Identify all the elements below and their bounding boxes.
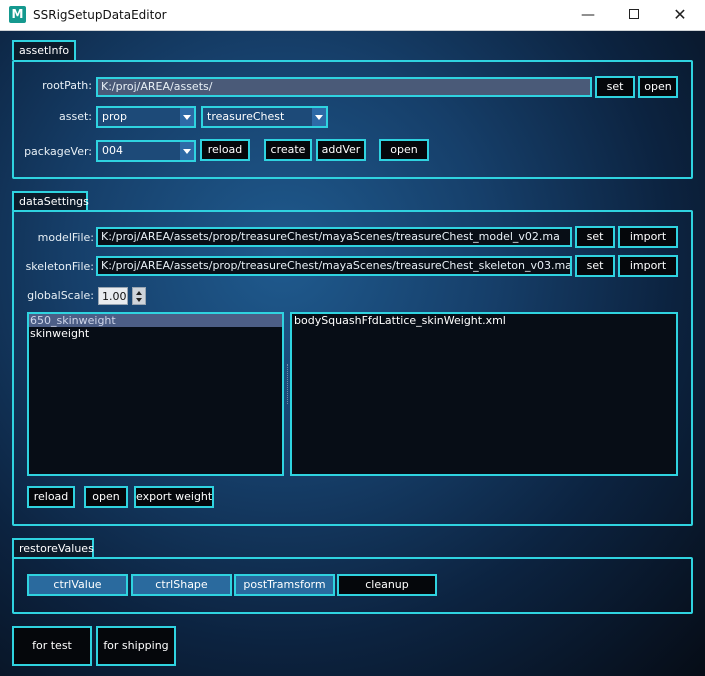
maya-app-icon: M bbox=[9, 6, 26, 23]
addVer-button[interactable]: addVer bbox=[316, 139, 366, 161]
window-title: SSRigSetupDataEditor bbox=[33, 8, 167, 22]
globalScale-stepper[interactable] bbox=[132, 287, 146, 305]
rootPath-open-button[interactable]: open bbox=[638, 76, 678, 98]
chevron-down-icon bbox=[180, 108, 194, 126]
maximize-icon bbox=[629, 8, 639, 19]
reload-package-button[interactable]: reload bbox=[200, 139, 250, 161]
dataSettings-tab: dataSettings bbox=[12, 191, 89, 211]
export-weight-button[interactable]: export weight bbox=[134, 486, 214, 508]
rootPath-set-button[interactable]: set bbox=[595, 76, 635, 98]
skinweight-file-list[interactable]: bodySquashFfdLattice_skinWeight.xml bbox=[290, 312, 678, 476]
rootPath-label: rootPath: bbox=[42, 79, 92, 92]
skinweight-folder-list[interactable]: 650_skinweight skinweight bbox=[27, 312, 284, 476]
modelFile-label: modelFile: bbox=[37, 231, 94, 244]
list-item[interactable]: 650_skinweight bbox=[29, 314, 282, 327]
ctrlShape-button[interactable]: ctrlShape bbox=[131, 574, 232, 596]
list-item[interactable]: bodySquashFfdLattice_skinWeight.xml bbox=[292, 314, 676, 327]
packageVer-dropdown[interactable]: 004 bbox=[96, 140, 196, 162]
arrow-down-icon bbox=[136, 298, 142, 302]
globalScale-input[interactable]: 1.00 bbox=[98, 287, 128, 305]
for-test-button[interactable]: for test bbox=[12, 626, 92, 666]
open-weights-button[interactable]: open bbox=[84, 486, 128, 508]
skeletonFile-field[interactable]: K:/proj/AREA/assets/prop/treasureChest/m… bbox=[96, 256, 572, 276]
splitter-handle[interactable] bbox=[287, 364, 289, 404]
assetInfo-tab: assetInfo bbox=[12, 40, 77, 60]
postTramsform-button[interactable]: postTramsform bbox=[234, 574, 335, 596]
main-content: assetInfo rootPath: K:/proj/AREA/assets/… bbox=[0, 31, 705, 676]
ctrlValue-button[interactable]: ctrlValue bbox=[27, 574, 128, 596]
globalScale-label: globalScale: bbox=[27, 289, 94, 302]
create-button[interactable]: create bbox=[264, 139, 312, 161]
rootPath-field[interactable]: K:/proj/AREA/assets/ bbox=[96, 77, 592, 97]
cleanup-button[interactable]: cleanup bbox=[337, 574, 437, 596]
maximize-button[interactable] bbox=[611, 0, 657, 31]
chevron-down-icon bbox=[312, 108, 326, 126]
asset-label: asset: bbox=[59, 110, 92, 123]
asset-type-dropdown[interactable]: prop bbox=[96, 106, 196, 128]
for-shipping-button[interactable]: for shipping bbox=[96, 626, 176, 666]
skeletonFile-label: skeletonFile: bbox=[25, 260, 94, 273]
modelFile-set-button[interactable]: set bbox=[575, 226, 615, 248]
modelFile-import-button[interactable]: import bbox=[618, 226, 678, 248]
open-package-button[interactable]: open bbox=[379, 139, 429, 161]
asset-name-value: treasureChest bbox=[207, 110, 285, 123]
minimize-button[interactable]: — bbox=[565, 0, 611, 31]
restoreValues-tab: restoreValues bbox=[12, 538, 94, 558]
chevron-down-icon bbox=[180, 142, 194, 160]
list-item[interactable]: skinweight bbox=[29, 327, 282, 340]
skeletonFile-import-button[interactable]: import bbox=[618, 255, 678, 277]
arrow-up-icon bbox=[136, 291, 142, 295]
reload-weights-button[interactable]: reload bbox=[27, 486, 75, 508]
close-button[interactable]: ✕ bbox=[657, 0, 703, 31]
modelFile-field[interactable]: K:/proj/AREA/assets/prop/treasureChest/m… bbox=[96, 227, 572, 247]
title-bar: M SSRigSetupDataEditor — ✕ bbox=[0, 0, 705, 31]
skeletonFile-set-button[interactable]: set bbox=[575, 255, 615, 277]
asset-name-dropdown[interactable]: treasureChest bbox=[201, 106, 328, 128]
asset-type-value: prop bbox=[102, 110, 127, 123]
packageVer-value: 004 bbox=[102, 144, 123, 157]
packageVer-label: packageVer: bbox=[24, 145, 92, 158]
